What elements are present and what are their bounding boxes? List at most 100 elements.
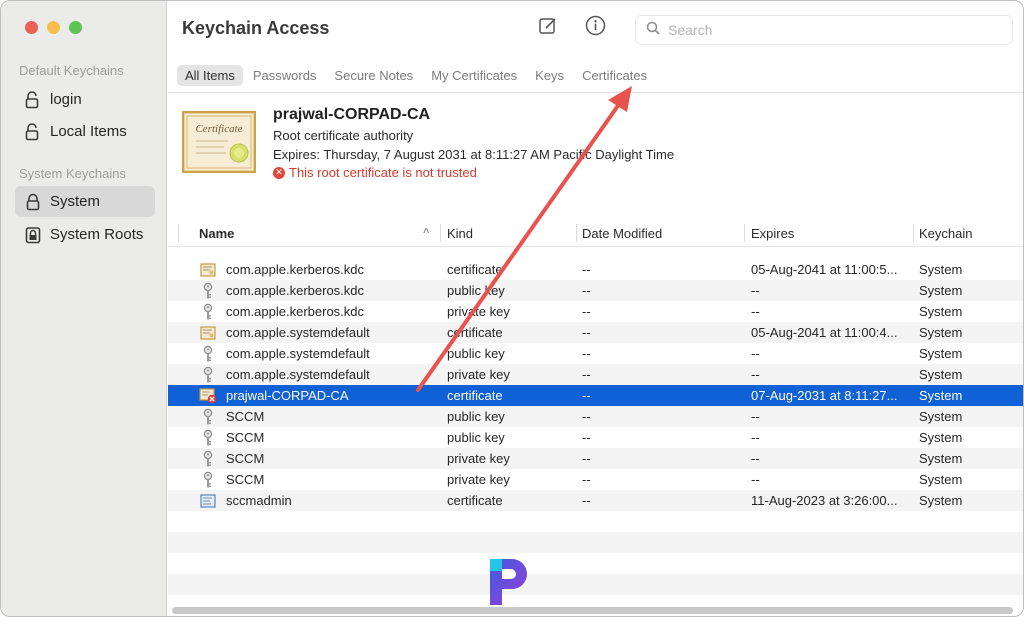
- new-item-button[interactable]: [537, 17, 559, 39]
- key-icon: [198, 280, 218, 301]
- tab-keys[interactable]: Keys: [527, 65, 572, 86]
- column-expires[interactable]: Expires: [751, 220, 911, 246]
- table-row[interactable]: com.apple.systemdefault certificate -- 05-A…: [168, 322, 1023, 343]
- row-date-modified-cell: --: [582, 493, 591, 508]
- column-divider: [178, 224, 179, 242]
- row-expires-cell: 05-Aug-2041 at 11:00:5...: [751, 262, 898, 277]
- sidebar-item-system-roots[interactable]: System Roots: [15, 219, 155, 250]
- row-expires-cell: --: [751, 304, 760, 319]
- row-keychain-cell: System: [919, 325, 963, 340]
- empty-row: [168, 532, 1023, 553]
- certificate-expiry: Expires: Thursday, 7 August 2031 at 8:11…: [273, 147, 675, 162]
- row-date-modified-cell: --: [582, 346, 591, 361]
- key-icon: [198, 427, 218, 448]
- row-keychain-cell: System: [919, 304, 963, 319]
- key-icon: [198, 448, 218, 469]
- row-kind-cell: public key: [447, 409, 505, 424]
- row-expires-cell: 11-Aug-2023 at 3:26:00...: [751, 493, 898, 508]
- row-keychain-cell: System: [919, 409, 963, 424]
- lock-open-icon: [25, 90, 41, 109]
- cabinet-icon: [25, 226, 41, 244]
- column-expires-label: Expires: [751, 225, 795, 241]
- sidebar-item-system[interactable]: System: [15, 186, 155, 217]
- key-icon: [198, 364, 218, 385]
- close-window-button[interactable]: [25, 21, 38, 34]
- column-keychain[interactable]: Keychain: [919, 220, 1009, 246]
- traffic-lights: [25, 21, 82, 34]
- table-row[interactable]: SCCM public key -- -- System: [168, 406, 1023, 427]
- blue-certificate-icon: [198, 490, 218, 511]
- row-date-modified-cell: --: [582, 451, 591, 466]
- row-kind-cell: certificate: [447, 493, 503, 508]
- sidebar-item-login[interactable]: login: [15, 84, 155, 115]
- minimize-window-button[interactable]: [47, 21, 60, 34]
- certificate-type: Root certificate authority: [273, 128, 414, 143]
- horizontal-scrollbar[interactable]: [172, 607, 1013, 614]
- row-keychain-cell: System: [919, 283, 963, 298]
- column-keychain-label: Keychain: [919, 225, 973, 241]
- tab-my-certificates[interactable]: My Certificates: [423, 65, 525, 86]
- table-row[interactable]: com.apple.systemdefault public key -- -- Sys…: [168, 343, 1023, 364]
- svg-text:Certificate: Certificate: [195, 123, 242, 135]
- lock-icon: [25, 193, 41, 211]
- header-divider: [168, 246, 1023, 247]
- row-name-cell: com.apple.kerberos.kdc: [226, 304, 365, 319]
- window-title: Keychain Access: [182, 18, 330, 38]
- column-date-label: Date Modified: [582, 225, 663, 241]
- table-row[interactable]: com.apple.systemdefault private key -- -- Sy…: [168, 364, 1023, 385]
- table-row[interactable]: com.apple.kerberos.kdc certificate -- 05-Au…: [168, 259, 1023, 280]
- untrusted-certificate-icon: [198, 385, 218, 406]
- empty-row: [168, 574, 1023, 595]
- row-date-modified-cell: --: [582, 388, 591, 403]
- tab-secure-notes[interactable]: Secure Notes: [326, 65, 421, 86]
- table-row[interactable]: SCCM private key -- -- System: [168, 448, 1023, 469]
- row-expires-cell: --: [751, 409, 760, 424]
- row-name-cell: SCCM: [226, 451, 265, 466]
- table-row[interactable]: com.apple.kerberos.kdc public key -- -- Syst…: [168, 280, 1023, 301]
- keychain-window: Default Keychains login Local Items Syst…: [0, 0, 1024, 617]
- prajwal-logo-icon: [486, 553, 538, 609]
- table-row[interactable]: prajwal-CORPAD-CA certificate -- 07-Aug-203…: [168, 385, 1023, 406]
- row-date-modified-cell: --: [582, 472, 591, 487]
- row-kind-cell: public key: [447, 430, 505, 445]
- row-name-cell: com.apple.kerberos.kdc: [226, 262, 365, 277]
- row-date-modified-cell: --: [582, 409, 591, 424]
- sidebar: Default Keychains login Local Items Syst…: [1, 1, 167, 616]
- row-date-modified-cell: --: [582, 304, 591, 319]
- sidebar-item-local-items[interactable]: Local Items: [15, 116, 155, 147]
- tab-passwords[interactable]: Passwords: [245, 65, 325, 86]
- row-keychain-cell: System: [919, 430, 963, 445]
- tab-certificates[interactable]: Certificates: [574, 65, 655, 86]
- search-field[interactable]: [635, 15, 1013, 45]
- table-row[interactable]: sccmadmin certificate -- 11-Aug-2023 at 3:2…: [168, 490, 1023, 511]
- row-expires-cell: --: [751, 283, 760, 298]
- row-name-cell: prajwal-CORPAD-CA: [226, 388, 349, 403]
- row-expires-cell: --: [751, 346, 760, 361]
- table-row[interactable]: SCCM private key -- -- System: [168, 469, 1023, 490]
- sidebar-section-system: System Keychains: [19, 166, 126, 181]
- table-row[interactable]: SCCM public key -- -- System: [168, 427, 1023, 448]
- tab-all-items[interactable]: All Items: [177, 64, 243, 86]
- table-header: Name ^ Kind Date Modified Expires Keycha…: [168, 220, 1023, 246]
- category-tabs: All Items Passwords Secure Notes My Cert…: [177, 64, 657, 86]
- row-name-cell: com.apple.systemdefault: [226, 325, 370, 340]
- key-icon: [198, 301, 218, 322]
- certificate-icon: [198, 322, 218, 343]
- row-date-modified-cell: --: [582, 325, 591, 340]
- zoom-window-button[interactable]: [69, 21, 82, 34]
- row-keychain-cell: System: [919, 472, 963, 487]
- info-button[interactable]: [584, 15, 606, 39]
- trust-warning: ✕ This root certificate is not trusted: [273, 165, 477, 180]
- column-name[interactable]: Name ^: [199, 220, 439, 246]
- certificate-icon: [198, 259, 218, 280]
- row-expires-cell: 05-Aug-2041 at 11:00:4...: [751, 325, 898, 340]
- table-row[interactable]: com.apple.kerberos.kdc private key -- -- Sys…: [168, 301, 1023, 322]
- search-input[interactable]: [668, 22, 988, 38]
- row-expires-cell: --: [751, 451, 760, 466]
- column-divider: [440, 224, 441, 242]
- column-date-modified[interactable]: Date Modified: [582, 220, 742, 246]
- key-icon: [198, 406, 218, 427]
- column-kind[interactable]: Kind: [447, 220, 577, 246]
- row-date-modified-cell: --: [582, 430, 591, 445]
- search-icon: [646, 21, 660, 40]
